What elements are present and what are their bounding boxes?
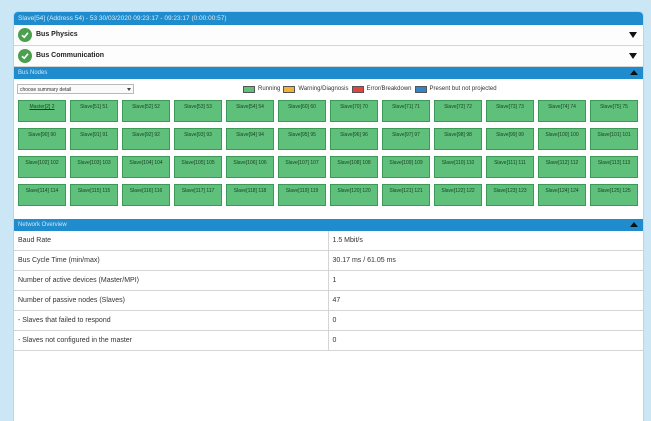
row-label: Number of active devices (Master/MPI) — [14, 270, 328, 291]
legend-label: Present but not projected — [429, 86, 497, 92]
bus-node-tile[interactable]: Slave[125] 125 — [590, 184, 638, 206]
status-legend: Running Warning/Diagnosis Error/Breakdow… — [243, 84, 500, 94]
legend-label: Error/Breakdown — [366, 86, 412, 92]
network-overview-title: Network Overview — [18, 222, 67, 228]
row-label: Bus Cycle Time (min/max) — [14, 250, 328, 271]
bus-node-tile[interactable]: Slave[123] 123 — [486, 184, 534, 206]
bus-node-tile[interactable]: Slave[110] 110 — [434, 156, 482, 178]
legend-label: Warning/Diagnosis — [298, 86, 349, 92]
bus-node-tile[interactable]: Slave[106] 106 — [226, 156, 274, 178]
table-row: Baud Rate 1.5 Mbit/s — [14, 231, 643, 251]
table-row: - Slaves that failed to respond 0 — [14, 310, 643, 331]
bus-node-tile[interactable]: Slave[115] 115 — [70, 184, 118, 206]
bus-node-tile[interactable]: Slave[113] 113 — [590, 156, 638, 178]
bus-node-tile[interactable]: Slave[95] 95 — [278, 128, 326, 150]
bus-node-tile[interactable]: Slave[90] 90 — [18, 128, 66, 150]
bus-node-tile[interactable]: Slave[54] 54 — [226, 100, 274, 122]
row-value: 0 — [327, 310, 643, 331]
legend-swatch-not-projected — [414, 85, 427, 93]
legend-label: Running — [258, 86, 281, 92]
bus-node-tile[interactable]: Slave[109] 109 — [382, 156, 430, 178]
section-label: Bus Physics — [36, 31, 78, 38]
dropdown-arrow-icon — [127, 88, 131, 91]
bus-node-tile[interactable]: Slave[121] 121 — [382, 184, 430, 206]
bus-node-tile[interactable]: Slave[120] 120 — [330, 184, 378, 206]
bus-node-tile[interactable]: Slave[75] 75 — [590, 100, 638, 122]
bus-node-tile[interactable]: Slave[71] 71 — [382, 100, 430, 122]
row-label: - Slaves that failed to respond — [14, 310, 328, 331]
section-bus-communication[interactable]: Bus Communication — [14, 46, 643, 67]
bus-node-tile[interactable]: Slave[74] 74 — [538, 100, 586, 122]
bus-node-tile[interactable]: Slave[53] 53 — [174, 100, 222, 122]
bus-node-tile[interactable]: Slave[52] 52 — [122, 100, 170, 122]
section-label: Bus Communication — [36, 52, 105, 59]
bus-node-tile[interactable]: Slave[112] 112 — [538, 156, 586, 178]
app-window: Slave[54] (Address 54) - 53 30/03/2020 0… — [14, 12, 643, 421]
window-title: Slave[54] (Address 54) - 53 30/03/2020 0… — [14, 12, 643, 25]
bus-nodes-title: Bus Nodes — [18, 70, 48, 76]
row-value: 0 — [327, 330, 643, 351]
network-overview-header[interactable]: Network Overview — [14, 219, 643, 231]
bus-node-tile[interactable]: Master[2] 2 — [18, 100, 66, 122]
bus-node-tile[interactable]: Slave[97] 97 — [382, 128, 430, 150]
bus-node-tile[interactable]: Slave[99] 99 — [486, 128, 534, 150]
node-grid: Master[2] 2 Slave[51] 51 Slave[52] 52 Slave… — [18, 100, 640, 206]
bus-node-tile[interactable]: Slave[107] 107 — [278, 156, 326, 178]
bus-node-tile[interactable]: Slave[108] 108 — [330, 156, 378, 178]
legend-swatch-warning — [283, 85, 296, 93]
bus-node-tile[interactable]: Slave[70] 70 — [330, 100, 378, 122]
bus-nodes-header[interactable]: Bus Nodes — [14, 67, 643, 79]
table-row: - Slaves not configured in the master 0 — [14, 330, 643, 351]
bus-node-tile[interactable]: Slave[91] 91 — [70, 128, 118, 150]
network-overview-table: Baud Rate 1.5 Mbit/s Bus Cycle Time (min… — [14, 231, 643, 351]
collapse-icon[interactable] — [630, 70, 638, 75]
bus-node-tile[interactable]: Slave[111] 111 — [486, 156, 534, 178]
bus-node-tile[interactable]: Slave[92] 92 — [122, 128, 170, 150]
bus-node-tile[interactable]: Slave[105] 105 — [174, 156, 222, 178]
summary-detail-select[interactable]: choose summary detail — [17, 84, 134, 94]
bus-node-tile[interactable]: Slave[73] 73 — [486, 100, 534, 122]
bus-node-tile[interactable]: Slave[96] 96 — [330, 128, 378, 150]
legend-swatch-running — [243, 85, 255, 93]
bus-node-tile[interactable]: Slave[118] 118 — [226, 184, 274, 206]
bus-node-tile[interactable]: Slave[119] 119 — [278, 184, 326, 206]
bus-node-tile[interactable]: Slave[101] 101 — [590, 128, 638, 150]
collapse-icon[interactable] — [630, 222, 638, 227]
bus-node-tile[interactable]: Slave[114] 114 — [18, 184, 66, 206]
bus-node-tile[interactable]: Slave[104] 104 — [122, 156, 170, 178]
bus-node-tile[interactable]: Slave[100] 100 — [538, 128, 586, 150]
row-value: 47 — [327, 290, 643, 311]
row-value: 1.5 Mbit/s — [327, 231, 643, 251]
bus-node-tile[interactable]: Slave[51] 51 — [70, 100, 118, 122]
bus-node-tile[interactable]: Slave[124] 124 — [538, 184, 586, 206]
table-row: Number of active devices (Master/MPI) 1 — [14, 270, 643, 291]
section-bus-physics[interactable]: Bus Physics — [14, 25, 643, 46]
legend-swatch-error — [351, 85, 364, 93]
summary-select-value: choose summary detail — [20, 87, 72, 93]
expand-icon[interactable] — [629, 53, 637, 59]
bus-nodes-panel: choose summary detail Running Warning/Di… — [14, 79, 643, 219]
table-row: Number of passive nodes (Slaves) 47 — [14, 290, 643, 311]
row-label: Number of passive nodes (Slaves) — [14, 290, 328, 311]
row-value: 30.17 ms / 61.05 ms — [327, 250, 643, 271]
check-circle-icon — [18, 49, 32, 63]
bus-node-tile[interactable]: Slave[102] 102 — [18, 156, 66, 178]
bus-node-tile[interactable]: Slave[122] 122 — [434, 184, 482, 206]
row-label: - Slaves not configured in the master — [14, 330, 328, 351]
row-label: Baud Rate — [14, 231, 328, 251]
bus-node-tile[interactable]: Slave[94] 94 — [226, 128, 274, 150]
bus-node-tile[interactable]: Slave[103] 103 — [70, 156, 118, 178]
bus-node-tile[interactable]: Slave[98] 98 — [434, 128, 482, 150]
bus-node-tile[interactable]: Slave[116] 116 — [122, 184, 170, 206]
bus-node-tile[interactable]: Slave[117] 117 — [174, 184, 222, 206]
expand-icon[interactable] — [629, 32, 637, 38]
check-circle-icon — [18, 28, 32, 42]
row-value: 1 — [327, 270, 643, 291]
bus-node-tile[interactable]: Slave[60] 60 — [278, 100, 326, 122]
bus-node-tile[interactable]: Slave[72] 72 — [434, 100, 482, 122]
bus-node-tile[interactable]: Slave[93] 93 — [174, 128, 222, 150]
table-row: Bus Cycle Time (min/max) 30.17 ms / 61.0… — [14, 250, 643, 271]
